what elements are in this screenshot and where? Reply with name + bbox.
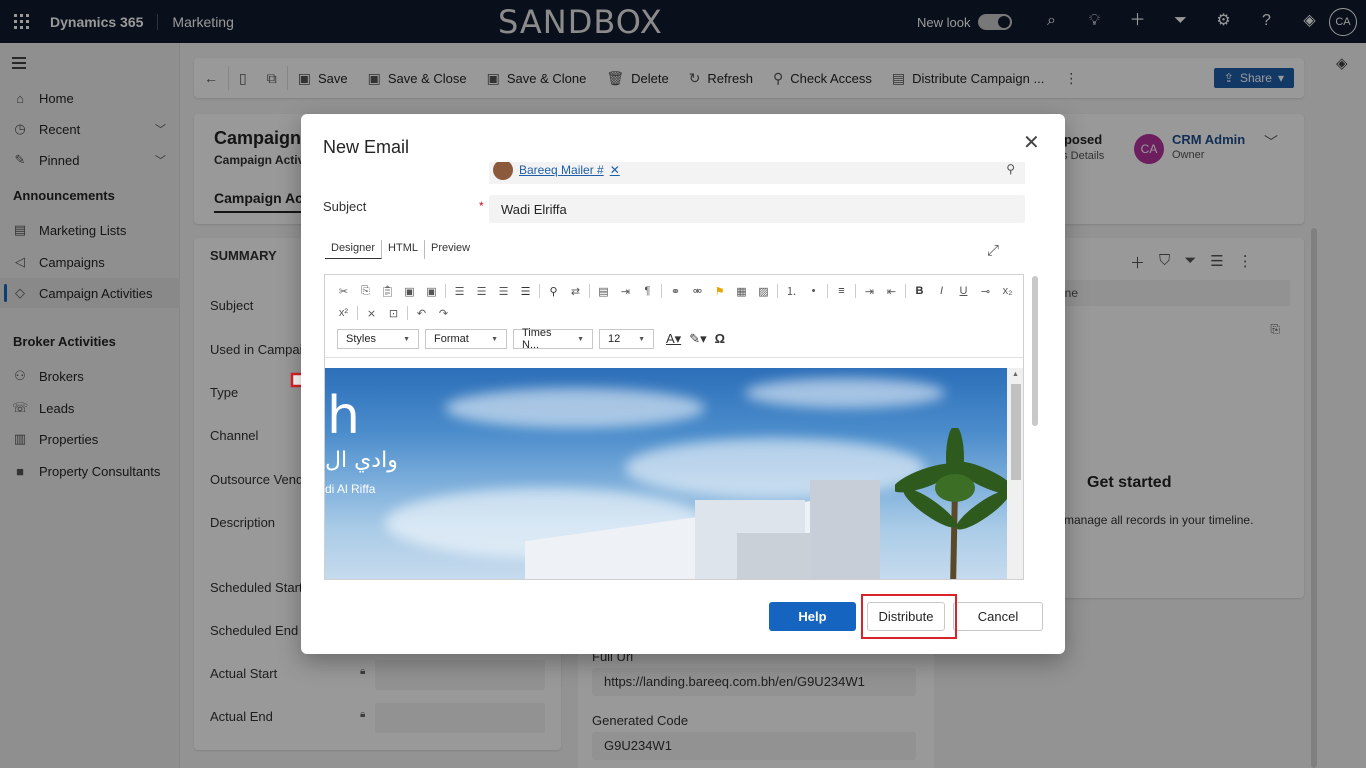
editor-toolbar-row-1: ✂ ⎘ 📋︎ ▣ ▣ ☰ ☰ ☰ ☰ ⚲ ⇄ ▤ ⇥ ¶ ⚭ ⚮ ⚑ ▦ ▨ ⒈… [335,283,1016,299]
preview-icon[interactable]: ⊡ [385,307,402,320]
rich-text-editor: ✂ ⎘ 📋︎ ▣ ▣ ☰ ☰ ☰ ☰ ⚲ ⇄ ▤ ⇥ ¶ ⚭ ⚮ ⚑ ▦ ▨ ⒈… [324,274,1024,580]
recipient-avatar [493,162,513,180]
special-character-icon[interactable]: Ω [715,331,725,347]
help-button[interactable]: Help [769,602,856,631]
tab-preview[interactable]: Preview [425,240,476,259]
styles-value: Styles [346,333,376,345]
tab-designer[interactable]: Designer [325,240,383,259]
highlight-color-icon[interactable]: ✎▾ [689,331,706,347]
format-value: Format [434,333,469,345]
editor-tabs: Designer HTML Preview [325,240,476,259]
cut-icon[interactable]: ✂ [335,285,352,298]
ltr-icon[interactable]: ⇥ [617,285,634,298]
logo-arabic-text: وادي ال [325,448,398,473]
subscript-icon[interactable]: x₂ [999,285,1016,297]
styles-dropdown[interactable]: Styles ▼ [337,329,419,349]
undo-icon[interactable]: ↶ [413,307,430,320]
bulleted-list-icon[interactable]: • [805,285,822,297]
font-size-dropdown[interactable]: 12 ▼ [599,329,654,349]
close-icon[interactable]: ✕ [1023,133,1040,153]
align-right-icon[interactable]: ☰ [495,285,512,298]
bold-icon[interactable]: B [911,285,928,297]
editor-format-row: Styles ▼ Format ▼ Times N... ▼ 12 ▼ A▾ ✎▾ Ω [337,327,725,351]
font-size-value: 12 [608,333,621,345]
logo-english-text: di Al Riffa [325,482,376,496]
tab-html[interactable]: HTML [382,240,425,259]
dialog-title: New Email [323,137,410,157]
new-email-dialog: New Email ✕ Bareeq Mailer # ✕ ⚲ Subject … [301,114,1065,654]
block-icon[interactable]: ≡ [833,285,850,297]
text-color-icon[interactable]: A▾ [666,331,681,347]
outdent-icon[interactable]: ⇤ [883,285,900,298]
remove-recipient-icon[interactable]: ✕ [610,163,620,177]
justify-icon[interactable]: ☰ [517,285,534,298]
align-left-icon[interactable]: ☰ [451,285,468,298]
image-icon[interactable]: ▨ [755,285,772,298]
to-field[interactable]: Bareeq Mailer # ✕ ⚲ [489,162,1025,184]
font-value: Times N... [522,327,552,351]
recipient-chip[interactable]: Bareeq Mailer # ✕ [493,162,620,180]
format-dropdown[interactable]: Format ▼ [425,329,507,349]
anchor-flag-icon[interactable]: ⚑ [711,285,728,298]
underline-icon[interactable]: U [955,285,972,297]
editor-scrollbar[interactable]: ▲ [1007,368,1023,579]
link-icon[interactable]: ⚭ [667,285,684,298]
expand-icon[interactable]: ⤢ [987,242,999,259]
superscript-icon[interactable]: x² [335,307,352,319]
logo-mark: h [327,386,360,446]
required-indicator: * [479,199,484,213]
palm-tree-graphic [895,428,1007,579]
unlink-icon[interactable]: ⚮ [689,285,706,298]
redo-icon[interactable]: ↷ [435,307,452,320]
paste-icon[interactable]: 📋︎ [379,285,396,298]
rtl-icon[interactable]: ¶ [639,285,656,297]
font-dropdown[interactable]: Times N... ▼ [513,327,593,351]
email-banner-image[interactable]: h وادي ال di Al Riffa [325,368,1007,579]
find-icon[interactable]: ⚲ [545,285,562,298]
copy-icon[interactable]: ⎘ [357,285,374,298]
template-icon[interactable]: ▤ [595,285,612,298]
indent-icon[interactable]: ⇥ [861,285,878,298]
scroll-up-icon[interactable]: ▲ [1012,371,1019,378]
annotation-highlight-box [861,594,957,639]
paste-text-icon[interactable]: ▣ [401,285,418,298]
dialog-scrollbar[interactable] [1032,276,1038,426]
cancel-button[interactable]: Cancel [953,602,1043,631]
lookup-search-icon[interactable]: ⚲ [1006,162,1015,176]
paste-word-icon[interactable]: ▣ [423,285,440,298]
scroll-thumb[interactable] [1011,384,1021,480]
subject-input[interactable]: Wadi Elriffa [489,195,1025,223]
italic-icon[interactable]: I [933,285,950,297]
recipient-name[interactable]: Bareeq Mailer # [519,163,604,177]
editor-toolbar-row-2: x² ⨯ ⊡ ↶ ↷ [335,306,452,320]
remove-format-icon[interactable]: ⨯ [363,307,380,320]
replace-icon[interactable]: ⇄ [567,285,584,298]
align-center-icon[interactable]: ☰ [473,285,490,298]
numbered-list-icon[interactable]: ⒈ [783,283,800,299]
subject-label: Subject [323,199,367,214]
strikethrough-icon[interactable]: ⊸ [977,285,994,298]
table-icon[interactable]: ▦ [733,285,750,298]
